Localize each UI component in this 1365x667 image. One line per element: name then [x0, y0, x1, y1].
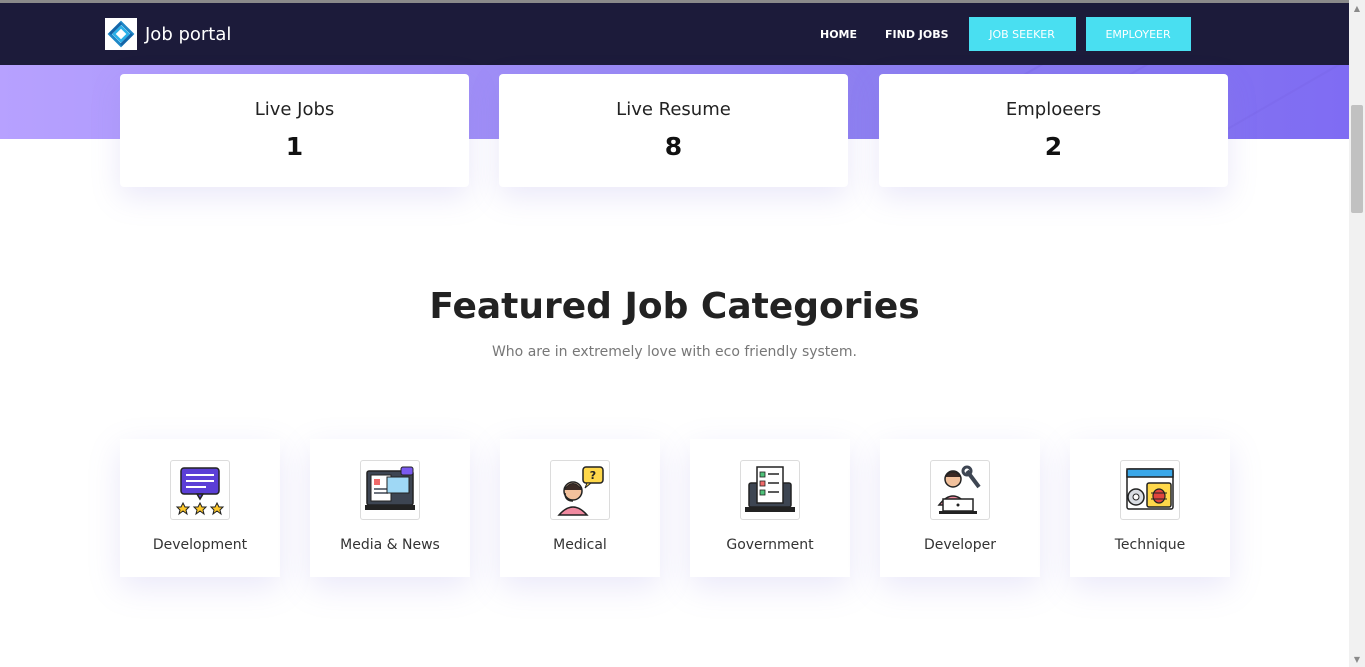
category-card-development[interactable]: Development: [120, 439, 280, 577]
main-nav: HOME FIND JOBS JOB SEEKER EMPLOYEER: [806, 17, 1191, 51]
scrollbar[interactable]: ▲ ▼: [1349, 0, 1365, 667]
stat-label: Emploeers: [1005, 99, 1102, 120]
stat-card-live-jobs: Live Jobs 1: [120, 74, 469, 187]
news-monitor-icon: [360, 460, 420, 520]
category-card-developer[interactable]: Developer: [880, 439, 1040, 577]
developer-wrench-icon: [930, 460, 990, 520]
stat-value: 2: [1044, 132, 1063, 161]
section-title: Featured Job Categories: [429, 286, 920, 327]
category-label: Technique: [1114, 537, 1186, 553]
stat-card-employers: Emploeers 2: [879, 74, 1228, 187]
page: Job portal HOME FIND JOBS JOB SEEKER EMP…: [0, 0, 1365, 667]
scroll-up-arrow-icon[interactable]: ▲: [1349, 0, 1365, 16]
scroll-down-arrow-icon[interactable]: ▼: [1349, 651, 1365, 667]
category-label: Government: [726, 537, 814, 553]
brand-name: Job portal: [145, 23, 232, 45]
category-label: Media & News: [340, 537, 440, 553]
category-label: Medical: [553, 537, 607, 553]
stat-label: Live Jobs: [254, 99, 335, 120]
checklist-laptop-icon: [740, 460, 800, 520]
stat-value: 1: [285, 132, 304, 161]
nav-find-jobs[interactable]: FIND JOBS: [871, 28, 963, 41]
section-subtitle: Who are in extremely love with eco frien…: [491, 344, 858, 360]
category-label: Development: [152, 537, 248, 553]
category-card-technique[interactable]: Technique: [1070, 439, 1230, 577]
stat-label: Live Resume: [616, 99, 731, 120]
stat-value: 8: [664, 132, 683, 161]
category-card-medical[interactable]: ? Medical: [500, 439, 660, 577]
nav-home[interactable]: HOME: [806, 28, 871, 41]
category-card-media-news[interactable]: Media & News: [310, 439, 470, 577]
category-card-government[interactable]: Government: [690, 439, 850, 577]
support-agent-icon: ?: [550, 460, 610, 520]
scroll-thumb[interactable]: [1351, 105, 1363, 213]
job-seeker-button[interactable]: JOB SEEKER: [968, 17, 1076, 51]
navbar: Job portal HOME FIND JOBS JOB SEEKER EMP…: [0, 3, 1349, 65]
svg-text:?: ?: [590, 469, 596, 482]
logo-icon: [105, 18, 137, 50]
brand[interactable]: Job portal: [105, 18, 231, 50]
category-label: Developer: [923, 537, 996, 553]
stat-card-live-resume: Live Resume 8: [499, 74, 848, 187]
employer-button[interactable]: EMPLOYEER: [1085, 17, 1191, 51]
bug-settings-icon: [1120, 460, 1180, 520]
rating-chat-icon: [170, 460, 230, 520]
